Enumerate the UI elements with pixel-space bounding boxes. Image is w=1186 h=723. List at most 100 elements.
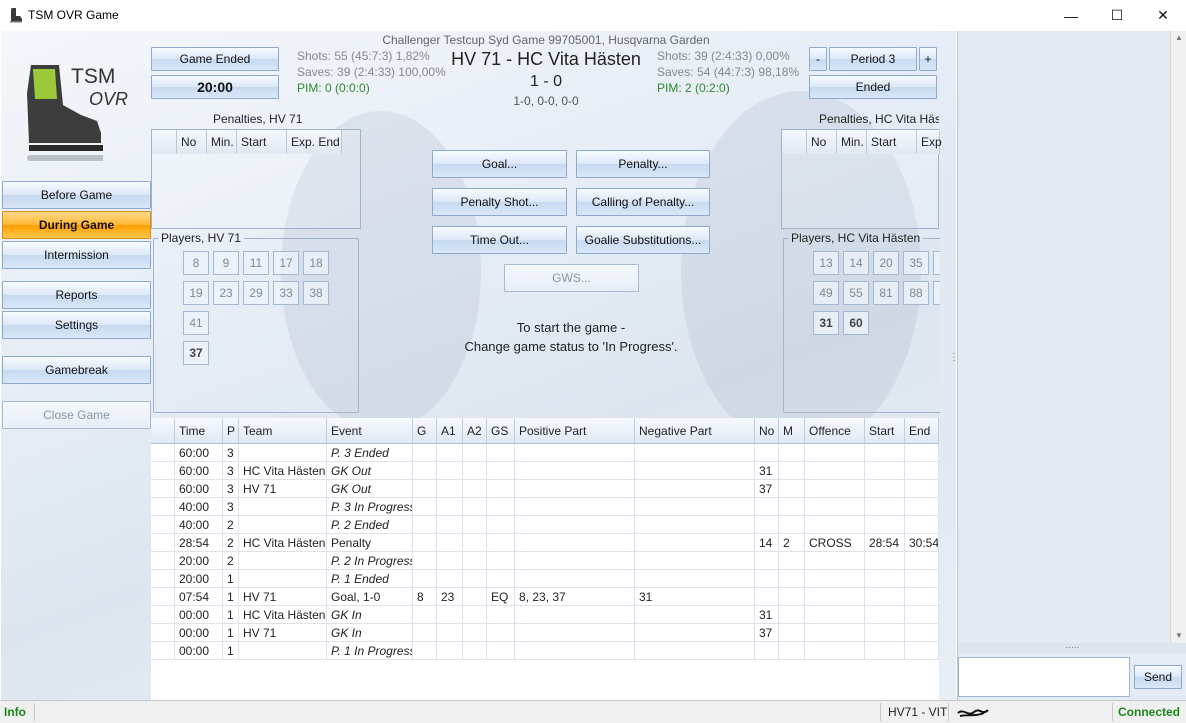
time-out-button[interactable]: Time Out...	[432, 226, 567, 254]
player-button[interactable]: 11	[243, 251, 269, 275]
column-header-offence[interactable]: Offence	[805, 418, 865, 444]
row-selector[interactable]	[151, 480, 175, 498]
calling-of-penalty-button[interactable]: Calling of Penalty...	[576, 188, 710, 216]
column-header-no[interactable]: No	[755, 418, 779, 444]
table-row[interactable]: 28:54 2 HC Vita Hästen Penalty 14 2 CROSS 28:54…	[151, 534, 939, 552]
chat-splitter[interactable]: .....	[958, 641, 1186, 653]
column-header[interactable]: No	[807, 130, 837, 154]
column-header-end[interactable]: End	[905, 418, 939, 444]
nav-reports-button[interactable]: Reports	[2, 281, 151, 309]
player-button[interactable]: 8	[183, 251, 209, 275]
column-header[interactable]: Min.	[207, 130, 237, 154]
column-header[interactable]: Min.	[837, 130, 867, 154]
period-label[interactable]: Period 3	[829, 47, 917, 71]
period-increment-button[interactable]: +	[919, 47, 937, 71]
nav-during-game-button[interactable]: During Game	[2, 211, 151, 239]
column-header-start[interactable]: Start	[865, 418, 905, 444]
player-button[interactable]: 38	[303, 281, 329, 305]
player-button[interactable]: 33	[273, 281, 299, 305]
minimize-button[interactable]: —	[1048, 0, 1094, 31]
column-header[interactable]: Start	[867, 130, 917, 154]
period-decrement-button[interactable]: -	[809, 47, 827, 71]
column-header-positive-part[interactable]: Positive Part	[515, 418, 635, 444]
table-row[interactable]: 00:00 1 HC Vita Hästen GK In 31	[151, 606, 939, 624]
close-window-button[interactable]: ✕	[1140, 0, 1186, 31]
row-selector[interactable]	[151, 552, 175, 570]
player-button[interactable]: 41	[183, 311, 209, 335]
row-selector[interactable]	[151, 444, 175, 462]
column-header-goal[interactable]: G	[413, 418, 437, 444]
player-button[interactable]: 29	[243, 281, 269, 305]
player-button[interactable]: 49	[813, 281, 839, 305]
column-header-minutes[interactable]: M	[779, 418, 805, 444]
table-row[interactable]: 07:54 1 HV 71 Goal, 1-0 8 23 EQ 8, 23, 37 31	[151, 588, 939, 606]
table-row[interactable]: 20:00 2 P. 2 In Progress	[151, 552, 939, 570]
table-row[interactable]: 40:00 2 P. 2 Ended	[151, 516, 939, 534]
player-button[interactable]: 14	[843, 251, 869, 275]
column-header-a1[interactable]: A1	[437, 418, 463, 444]
player-button[interactable]: 23	[213, 281, 239, 305]
column-header[interactable]: Start	[237, 130, 287, 154]
row-selector[interactable]	[151, 498, 175, 516]
row-selector[interactable]	[151, 516, 175, 534]
player-button[interactable]: 18	[303, 251, 329, 275]
column-header-team[interactable]: Team	[239, 418, 327, 444]
row-selector[interactable]	[151, 588, 175, 606]
table-row[interactable]: 60:00 3 HC Vita Hästen GK Out 31	[151, 462, 939, 480]
penalty-shot-button[interactable]: Penalty Shot...	[432, 188, 567, 216]
column-header[interactable]: Exp	[917, 130, 942, 154]
row-selector[interactable]	[151, 570, 175, 588]
player-button[interactable]: 13	[813, 251, 839, 275]
penalty-button[interactable]: Penalty...	[576, 150, 710, 178]
cell-neg: 31	[635, 588, 755, 606]
nav-before-game-button[interactable]: Before Game	[2, 181, 151, 209]
goalie-substitutions-button[interactable]: Goalie Substitutions...	[576, 226, 710, 254]
table-row[interactable]: 00:00 1 HV 71 GK In 37	[151, 624, 939, 642]
splitter-grip[interactable]: ⋮	[949, 353, 956, 363]
column-header-period[interactable]: P	[223, 418, 239, 444]
goal-button[interactable]: Goal...	[432, 150, 567, 178]
row-selector[interactable]	[151, 534, 175, 552]
column-header-event[interactable]: Event	[327, 418, 413, 444]
player-button[interactable]: 35	[903, 251, 929, 275]
row-selector[interactable]	[151, 642, 175, 660]
nav-gamebreak-button[interactable]: Gamebreak	[2, 356, 151, 384]
table-row[interactable]: 60:00 3 P. 3 Ended	[151, 444, 939, 462]
column-header-negative-part[interactable]: Negative Part	[635, 418, 755, 444]
row-selector[interactable]	[151, 462, 175, 480]
column-header-a2[interactable]: A2	[463, 418, 487, 444]
player-button[interactable]: 81	[873, 281, 899, 305]
column-header-gs[interactable]: GS	[487, 418, 515, 444]
table-row[interactable]: 20:00 1 P. 1 Ended	[151, 570, 939, 588]
nav-intermission-button[interactable]: Intermission	[2, 241, 151, 269]
player-button[interactable]: 88	[903, 281, 929, 305]
column-header[interactable]: No	[177, 130, 207, 154]
maximize-button[interactable]: ☐	[1094, 0, 1140, 31]
scroll-down-icon[interactable]: ▼	[1175, 631, 1183, 640]
row-selector[interactable]	[151, 624, 175, 642]
goalie-button[interactable]: 31	[813, 311, 839, 335]
table-row[interactable]: 00:00 1 P. 1 In Progress	[151, 642, 939, 660]
send-button[interactable]: Send	[1134, 665, 1182, 689]
goalie-button[interactable]: 60	[843, 311, 869, 335]
game-clock[interactable]: 20:00	[151, 75, 279, 99]
chat-scrollbar[interactable]: ▲ ▼	[1170, 31, 1186, 643]
scroll-up-icon[interactable]: ▲	[1175, 33, 1183, 42]
nav-settings-button[interactable]: Settings	[2, 311, 151, 339]
player-button[interactable]: 17	[273, 251, 299, 275]
player-button[interactable]: 20	[873, 251, 899, 275]
chat-input[interactable]	[958, 657, 1130, 697]
column-header-time[interactable]: Time	[175, 418, 223, 444]
game-status-button[interactable]: Game Ended	[151, 47, 279, 71]
table-row[interactable]: 60:00 3 HV 71 GK Out 37	[151, 480, 939, 498]
table-row[interactable]: 40:00 3 P. 3 In Progress	[151, 498, 939, 516]
period-status-button[interactable]: Ended	[809, 75, 937, 99]
player-button[interactable]: 55	[843, 281, 869, 305]
close-game-button[interactable]: Close Game	[2, 401, 151, 429]
gws-button[interactable]: GWS...	[504, 264, 639, 292]
player-button[interactable]: 9	[213, 251, 239, 275]
player-button[interactable]: 19	[183, 281, 209, 305]
row-selector[interactable]	[151, 606, 175, 624]
column-header[interactable]: Exp. End	[287, 130, 342, 154]
goalie-button[interactable]: 37	[183, 341, 209, 365]
